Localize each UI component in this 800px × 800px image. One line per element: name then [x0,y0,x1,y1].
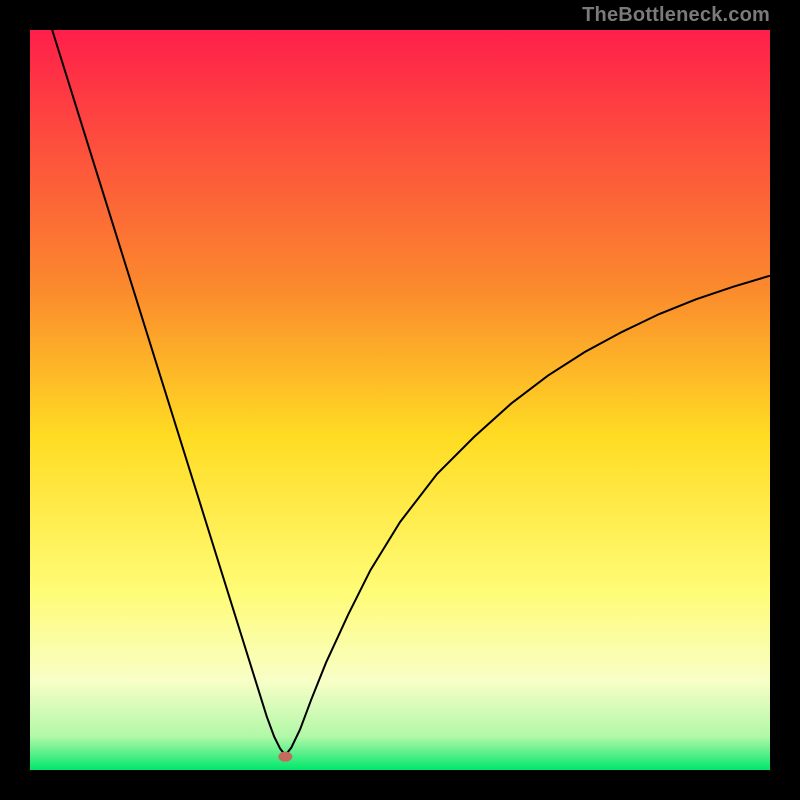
chart-marker [278,752,292,762]
chart-svg [30,30,770,770]
outer-frame: TheBottleneck.com [0,0,800,800]
watermark-text: TheBottleneck.com [582,4,770,27]
chart-background [30,30,770,770]
plot-area [30,30,770,770]
